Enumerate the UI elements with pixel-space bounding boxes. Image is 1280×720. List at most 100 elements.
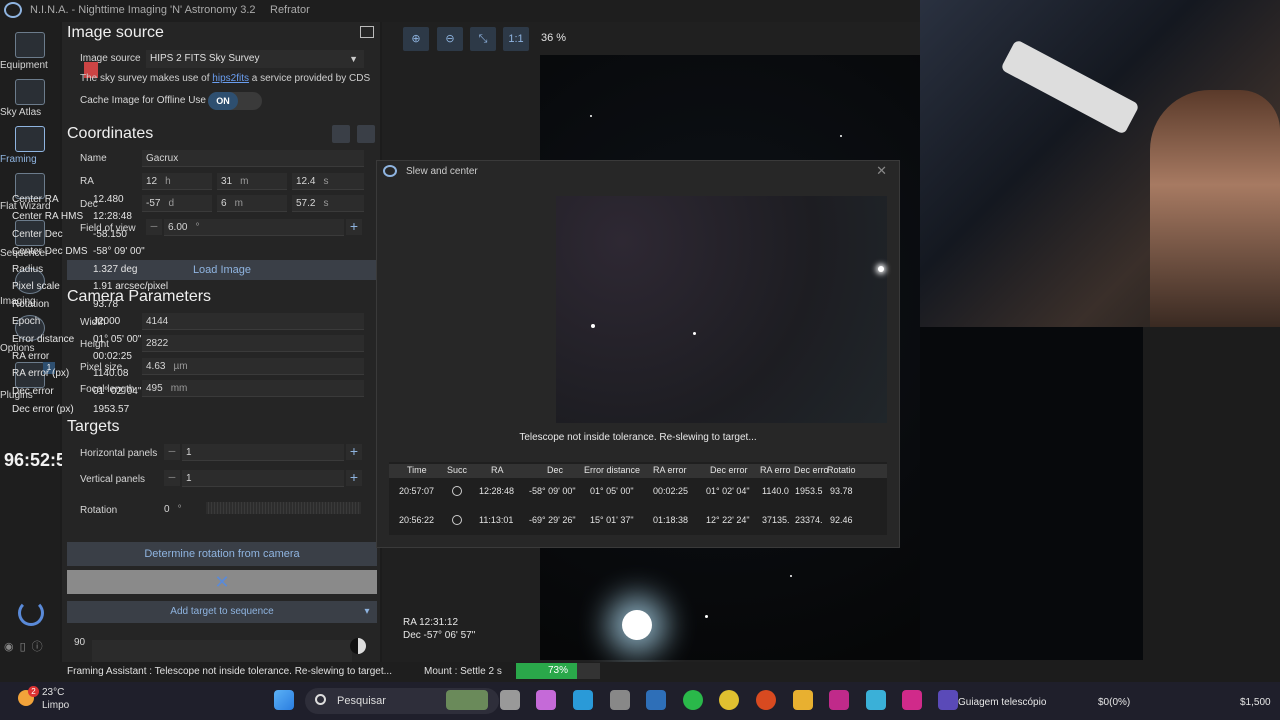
table-cell: 20:57:07 [399,486,435,496]
cursor-coordinates: RA 12:31:12 Dec -57° 06' 57" [403,616,475,642]
fov-decrement-button[interactable]: − [146,219,162,235]
zoom-in-icon[interactable]: ⊕ [403,27,429,51]
table-cell: 92.46 [830,515,853,525]
fov-increment-button[interactable]: + [346,219,362,235]
pixel-size-input[interactable]: 4.63 µm [142,358,364,375]
search-icon [315,694,326,705]
targets-heading: Targets [67,418,120,435]
col-header: Dec [547,465,564,475]
nav-framing[interactable]: Framing [0,126,60,172]
rotation-slider[interactable] [206,502,361,514]
slew-history-table[interactable]: Time Succ RA Dec Error distance RA error… [389,462,887,535]
dec-degrees-input[interactable]: -57 d [142,195,212,212]
dec-degrees-value: -57 [146,198,161,209]
kv-value: 1.327 deg [93,264,138,275]
task-view-icon[interactable] [500,690,520,710]
ra-hours-input[interactable]: 12 h [142,173,212,190]
rotation-label: Rotation [80,505,118,516]
target-name-input[interactable]: Gacrux [142,150,364,167]
hips2fits-link[interactable]: hips2fits [212,73,249,84]
vpanels-decrement-button[interactable]: − [164,470,180,486]
ra-seconds-input[interactable]: 12.4 s [292,173,364,190]
image-source-select[interactable]: HIPS 2 FITS Sky Survey ▼ [146,50,364,68]
star [590,115,592,117]
app-icon[interactable] [866,690,886,710]
search-highlight-icon[interactable] [446,690,488,710]
hpanels-increment-button[interactable]: + [346,444,362,460]
store-icon[interactable] [610,690,630,710]
determine-rotation-button[interactable]: Determine rotation from camera [67,542,377,566]
kv-row: Center RA 12.480 [12,194,124,205]
windows-start-icon[interactable] [274,690,294,710]
fov-input[interactable]: 6.00 ° [164,219,344,236]
star [591,324,595,328]
cancel-icon[interactable]: ✕ [67,570,377,594]
kv-key: Center Dec DMS [12,246,88,257]
unit: µm [173,361,188,372]
whatsapp-icon[interactable] [683,690,703,710]
copilot-icon[interactable] [536,690,556,710]
hpanels-decrement-button[interactable]: − [164,444,180,460]
kv-key: Center Dec [12,229,63,240]
fit-icon[interactable]: ⤡ [470,27,496,51]
edge-icon[interactable] [573,690,593,710]
table-cell: 11:13:01 [479,515,514,525]
rotation-input[interactable]: 0 ° [160,501,194,518]
nav-bottom-icons[interactable]: ◉▯ⓘ [4,638,49,654]
height-input[interactable]: 2822 [142,335,364,352]
hpanels-input[interactable]: 1 [182,444,344,461]
book-icon[interactable] [360,26,374,38]
name-label: Name [80,153,107,164]
weather-badge: 2 [28,686,39,697]
unit: h [165,176,171,187]
obs-icon[interactable] [756,690,776,710]
table-cell: 93.78 [830,486,853,496]
app-icon[interactable] [646,690,666,710]
nav-sequencer[interactable]: Sequencer [0,220,60,266]
nav-label: Equipment [0,60,48,71]
close-icon[interactable]: ✕ [876,163,887,179]
nav-sky-atlas[interactable]: Sky Atlas [0,79,60,125]
power-icon[interactable] [18,600,44,626]
star [790,575,792,577]
kv-row: Center Dec -58.150 [12,229,127,240]
nina-logo-icon [4,2,22,18]
taskbar-window-title[interactable]: Guiagem telescópio [958,697,1046,708]
chrome-icon[interactable] [719,690,739,710]
col-header: Dec error [710,465,748,475]
one-to-one-button[interactable]: 1:1 [503,27,529,51]
kv-row: Center Dec DMS -58° 09' 00" [12,246,145,257]
add-target-button[interactable]: Add target to sequence ▾ [67,601,377,623]
nina-taskbar-icon[interactable] [938,690,958,710]
chevron-down-icon[interactable]: ▾ [361,601,373,623]
col-header: Succ [447,465,468,475]
nav-equipment[interactable]: Equipment [0,32,60,78]
unit: mm [170,383,188,394]
nina-logo-icon [383,165,397,177]
slew-status-text: Telescope not inside tolerance. Re-slewi… [519,432,757,443]
focal-length-input[interactable]: 495 mm [142,380,364,397]
width-input[interactable]: 4144 [142,313,364,330]
kv-row: RA error (px) 1140.08 [12,368,128,379]
unit: m [240,176,249,187]
taskbar-stat: $1,500 [1240,697,1271,708]
location-pin-icon[interactable] [357,125,375,143]
vpanels-increment-button[interactable]: + [346,470,362,486]
atlas-icon [15,79,45,105]
app-icon[interactable] [902,690,922,710]
kv-row: Rotation 93.78 [12,299,118,310]
kv-row: RA error 00:02:25 [12,351,132,362]
zoom-out-icon[interactable]: ⊖ [437,27,463,51]
ra-hours-value: 12 [146,176,158,187]
dec-seconds-input[interactable]: 57.2 s [292,195,364,212]
dec-minutes-input[interactable]: 6m [217,195,287,212]
cache-toggle[interactable]: ON [208,92,262,110]
folder-icon[interactable] [793,690,813,710]
settle-progress-bar: 73% [516,663,600,679]
ra-minutes-input[interactable]: 31 m [217,173,287,190]
kv-value: 00:02:25 [93,351,132,362]
vpanels-input[interactable]: 1 [182,470,344,487]
target-icon[interactable] [332,125,350,143]
table-cell: 23374. [795,515,823,525]
app-icon[interactable] [829,690,849,710]
